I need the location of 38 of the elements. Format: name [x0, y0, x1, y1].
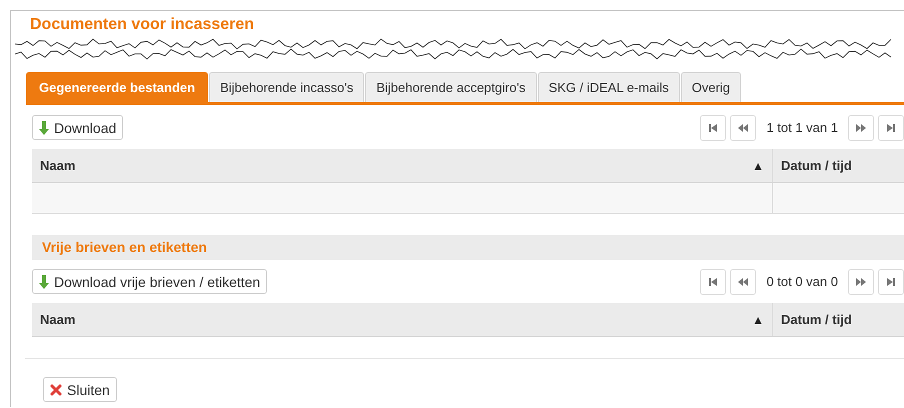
column-header[interactable]: Datum / tijd	[772, 149, 904, 182]
sort-ascending-icon: ▲	[752, 158, 764, 172]
first-page-icon	[708, 122, 718, 132]
page-info: 0 tot 0 van 0	[766, 274, 838, 289]
download-arrow-icon	[39, 274, 49, 288]
next-page-button[interactable]	[848, 114, 874, 140]
last-page-button[interactable]	[878, 268, 904, 294]
sort-ascending-icon: ▲	[752, 312, 764, 326]
last-page-button[interactable]	[878, 114, 904, 140]
dialog-title: Documenten voor incasseren	[30, 16, 256, 34]
column-header[interactable]: Naam ▲	[32, 149, 772, 182]
download-arrow-icon	[39, 120, 49, 134]
last-page-icon	[886, 122, 896, 132]
column-label: Naam	[40, 158, 76, 173]
last-page-icon	[886, 276, 896, 286]
download-button[interactable]: Download	[32, 115, 124, 140]
first-page-button[interactable]	[700, 268, 726, 294]
fast-forward-icon	[855, 122, 867, 132]
fast-forward-icon	[855, 276, 867, 286]
close-icon	[50, 384, 62, 396]
rewind-icon	[737, 122, 750, 132]
first-page-button[interactable]	[700, 114, 726, 140]
close-button[interactable]: Sluiten	[43, 377, 117, 402]
column-header[interactable]: Naam ▲	[32, 303, 772, 336]
tab[interactable]: Bijbehorende acceptgiro's	[365, 72, 537, 102]
tab[interactable]: SKG / iDEAL e-mails	[538, 72, 680, 102]
download-button[interactable]: Download vrije brieven / etiketten	[32, 269, 268, 294]
previous-page-button[interactable]	[730, 114, 756, 140]
section-heading: Vrije brieven en etiketten	[32, 235, 904, 260]
first-page-icon	[708, 276, 718, 286]
tab[interactable]: Bijbehorende incasso's	[209, 72, 364, 102]
previous-page-button[interactable]	[730, 268, 756, 294]
tab[interactable]: Overig	[680, 72, 742, 102]
rewind-icon	[737, 276, 750, 286]
column-header[interactable]: Datum / tijd	[772, 303, 904, 336]
column-label: Naam	[40, 312, 76, 327]
next-page-button[interactable]	[848, 268, 874, 294]
page-info: 1 tot 1 van 1	[766, 120, 838, 135]
